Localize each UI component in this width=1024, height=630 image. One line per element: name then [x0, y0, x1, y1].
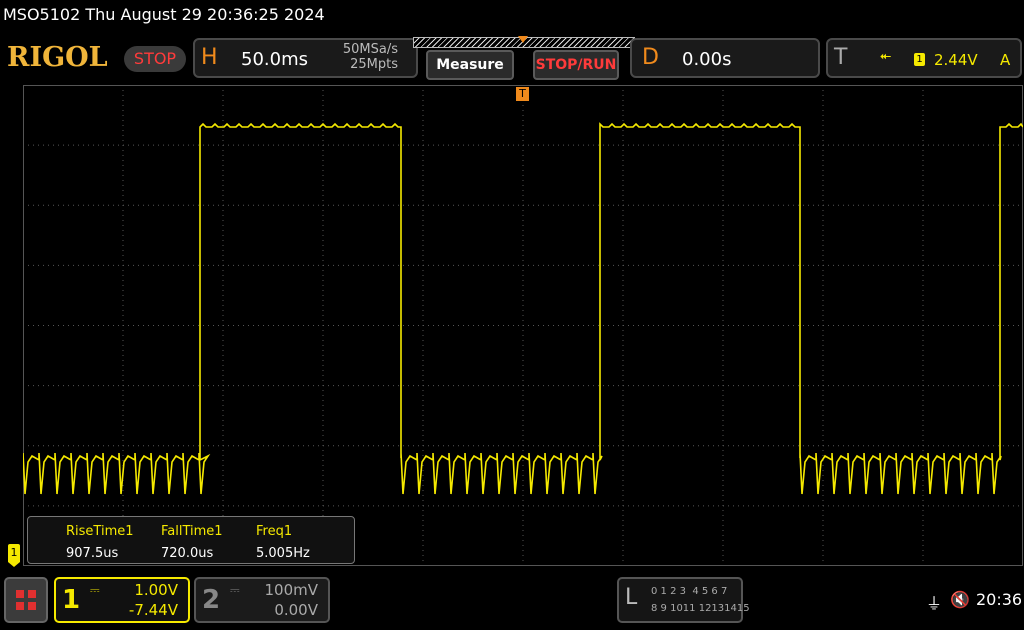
ch1-scale: 1.00V — [134, 581, 178, 599]
run-state-badge[interactable]: STOP — [124, 46, 186, 72]
ch1-offset-marker[interactable]: 1 — [8, 544, 20, 567]
trigger-level: 2.44V — [934, 51, 978, 69]
status-clock: 20:36 — [976, 590, 1023, 609]
sample-rate: 50MSa/s — [342, 42, 398, 57]
digital-channels-row1: 0 1 2 3 4 5 6 7 — [651, 586, 728, 597]
trigger-source-chip: 1 — [914, 53, 925, 66]
ch1-offset: -7.44V — [128, 601, 178, 619]
trigger-panel[interactable]: T ⯬ 1 2.44V A — [826, 38, 1022, 78]
menu-grid-icon[interactable] — [4, 577, 48, 623]
grid-lines — [23, 85, 1023, 566]
trigger-letter: T — [834, 45, 848, 70]
memory-depth: 25Mpts — [350, 57, 398, 72]
measure-name-freq: Freq1 — [256, 524, 293, 539]
timebase-value: 50.0ms — [241, 49, 308, 70]
ch2-offset: 0.00V — [274, 601, 318, 619]
dc-coupling-icon: ⎓ — [90, 583, 100, 597]
dc-coupling-icon: ⎓ — [230, 583, 240, 597]
ch1-waveform — [23, 122, 1023, 495]
rigol-logo: RIGOL — [7, 42, 108, 73]
ch2-number: 2 — [202, 585, 221, 615]
memory-position-marker — [518, 36, 528, 43]
trigger-position-marker[interactable]: T — [516, 87, 529, 101]
measure-name-fall: FallTime1 — [161, 524, 223, 539]
delay-panel[interactable]: D 0.00s — [630, 38, 820, 78]
horizontal-panel[interactable]: H 50.0ms 50MSa/s 25Mpts — [193, 38, 418, 78]
device-datetime: MSO5102 Thu August 29 20:36:25 2024 — [3, 5, 325, 24]
ch2-panel[interactable]: 2 ⎓ 100mV 0.00V — [194, 577, 330, 623]
delay-letter: D — [642, 45, 659, 70]
waveform-display[interactable] — [23, 85, 1023, 566]
delay-value: 0.00s — [682, 49, 732, 70]
logic-analyzer-panel[interactable]: L 0 1 2 3 4 5 6 7 8 9 1011 12131415 — [617, 577, 750, 623]
measurement-panel[interactable]: RiseTime1 907.5us FallTime1 720.0us Freq… — [27, 516, 355, 564]
usb-icon: ⏚ — [926, 594, 943, 613]
measure-name-rise: RiseTime1 — [66, 524, 134, 539]
title-bar: MSO5102 Thu August 29 20:36:25 2024 — [0, 0, 1024, 34]
digital-channels-row2: 8 9 1011 12131415 — [651, 603, 750, 614]
rising-edge-icon: ⯬ — [880, 48, 892, 64]
ch1-panel[interactable]: 1 ⎓ 1.00V -7.44V — [54, 577, 190, 623]
measure-value-freq: 5.005Hz — [256, 546, 310, 561]
horizontal-letter: H — [201, 45, 218, 70]
measure-value-rise: 907.5us — [66, 546, 119, 561]
trigger-mode: A — [1000, 51, 1011, 69]
stop-run-button[interactable]: STOP/RUN — [533, 50, 619, 80]
measure-value-fall: 720.0us — [161, 546, 214, 561]
ch1-number: 1 — [62, 585, 81, 615]
ch2-scale: 100mV — [264, 581, 318, 599]
speaker-muted-icon[interactable]: 🔇 — [950, 590, 970, 609]
logic-letter: L — [625, 585, 638, 610]
measure-button[interactable]: Measure — [426, 50, 514, 80]
